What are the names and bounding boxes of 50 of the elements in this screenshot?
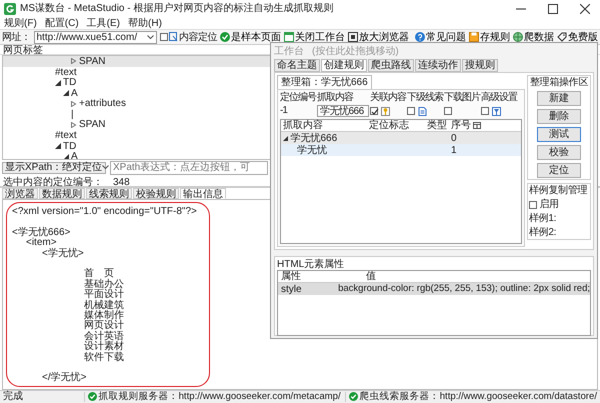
table-cell-text: style: [280, 284, 303, 294]
column-header: 定位标志: [369, 120, 410, 131]
output-text: 会计英语: [83, 330, 125, 342]
field-label: 定位编号: [280, 92, 316, 103]
table-cell: background-color: rgb(255, 255, 153); outline: 2px solid red;: [338, 284, 590, 294]
group-title: 样例复制管理: [529, 185, 588, 196]
field-label: 下载图片: [444, 92, 480, 103]
column-header: 抓取内容: [282, 120, 324, 131]
address-text: http://www.xue51.com/: [36, 32, 138, 43]
group-title: 整理箱操作区: [530, 77, 588, 88]
server-status: 抓取规则服务器：http://www.gooseeker.com/metacamp/: [98, 392, 341, 402]
column-header: 值: [366, 271, 376, 282]
checkbox-label: 启用: [540, 199, 559, 210]
window-title: MS谋数台 - MetaStudio - 根据用户对网页内容的标注自动生成抓取规则: [20, 3, 334, 14]
table-cell-text: 1: [451, 144, 458, 156]
group-title: HTML元素属性: [277, 259, 346, 270]
position-label: 选中内容的定位编号：: [3, 177, 103, 184]
content-locate-label: 内容定位: [179, 32, 217, 43]
field-label: 高级设置: [481, 92, 517, 103]
xml-line: <学无忧666>: [12, 226, 72, 238]
server-status: 爬虫线索服务器：http://www.gooseeker.com/datastore/: [360, 392, 597, 402]
field-label: 下级线索: [407, 92, 443, 103]
output-text: 首 页: [83, 268, 114, 279]
xml-line: </学无忧>: [41, 372, 88, 383]
output-text: 媒体制作: [83, 310, 125, 320]
address-label: 网址：: [2, 32, 30, 43]
status-text: 完成: [3, 391, 23, 402]
output-text: 平面设计: [83, 289, 125, 300]
xml-line: <?xml version="1.0" encoding="UTF-8"?>: [12, 206, 198, 216]
dialog-title: 工作台: [274, 46, 304, 56]
table-cell-text: 0: [451, 132, 458, 144]
field-label: 关联内容: [370, 92, 406, 103]
output-text: 设计素材: [83, 341, 125, 352]
column-header: 属性: [280, 271, 302, 282]
output-text: 机械建筑: [83, 300, 125, 310]
sample-label: 样例2:: [529, 227, 556, 238]
drag-hint: (按住此处拖拽移动): [312, 46, 399, 56]
field-label: 抓取内容: [317, 92, 354, 103]
position-value: -1: [280, 105, 288, 116]
sample-label: 样例1:: [529, 213, 556, 224]
column-header: 类型: [427, 120, 448, 131]
table-cell: 学无忧: [297, 144, 327, 156]
position-value: 348: [113, 177, 130, 184]
column-header: 序号: [451, 120, 472, 131]
table-cell: 学无忧666: [290, 132, 338, 144]
output-text: 软件下载: [83, 352, 125, 362]
output-text: 基础办公: [83, 278, 125, 290]
output-text: 网页设计: [83, 320, 125, 331]
xml-line: <item>: [25, 237, 57, 248]
xml-line: <学无忧>: [41, 248, 85, 258]
